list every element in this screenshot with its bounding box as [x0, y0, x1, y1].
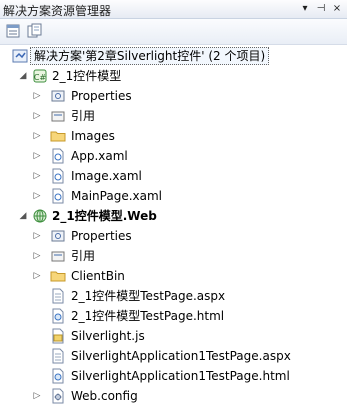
expand-icon[interactable]: ▷: [32, 86, 42, 106]
aspx-file-icon: [50, 288, 66, 304]
tree-item-label: MainPage.xaml: [71, 189, 162, 203]
properties-folder-icon: [50, 228, 66, 244]
tree-item-label: Silverlight.js: [71, 329, 145, 343]
project-1-label: 2_1控件模型: [52, 69, 122, 83]
xaml-file-icon: [50, 148, 66, 164]
references-icon: [50, 108, 66, 124]
tree-item-label: Properties: [71, 229, 132, 243]
js-file-icon: [50, 328, 66, 344]
folder-icon: [50, 268, 66, 284]
config-file-icon: [50, 388, 66, 404]
solution-tree[interactable]: 解决方案'第2章Silverlight控件' (2 个项目) ◢ C# 2_1控…: [0, 46, 347, 407]
tree-item-label: 引用: [71, 109, 96, 123]
dropdown-icon[interactable]: ▾: [298, 2, 312, 16]
tree-item-label: 2_1控件模型TestPage.aspx: [71, 289, 226, 303]
close-icon[interactable]: ×: [330, 2, 344, 16]
tree-item-label: ClientBin: [71, 269, 125, 283]
tree-item-label: Properties: [71, 89, 132, 103]
expand-icon[interactable]: ▷: [32, 226, 42, 246]
xaml-file-icon: [50, 188, 66, 204]
solution-icon: [12, 48, 28, 64]
toolbar: [0, 19, 347, 45]
references-icon: [50, 248, 66, 264]
expand-icon[interactable]: ▷: [32, 186, 42, 206]
svg-text:C#: C#: [34, 73, 47, 82]
expand-icon[interactable]: ▷: [32, 266, 42, 286]
tree-item-label: Images: [71, 129, 115, 143]
window-title: 解决方案资源管理器: [3, 4, 112, 18]
aspx-file-icon: [50, 348, 66, 364]
solution-label: 解决方案'第2章Silverlight控件' (2 个项目): [30, 47, 270, 65]
tree-item-label: SilverlightApplication1TestPage.html: [71, 369, 290, 383]
expand-icon[interactable]: ▷: [32, 146, 42, 166]
expand-icon[interactable]: ▷: [32, 166, 42, 186]
web-project-icon: [32, 208, 48, 224]
html-file-icon: [50, 368, 66, 384]
tree-item-label: 引用: [71, 249, 96, 263]
expand-icon[interactable]: ▷: [32, 126, 42, 146]
tree-item-label: SilverlightApplication1TestPage.aspx: [71, 349, 291, 363]
expand-icon[interactable]: ▷: [32, 246, 42, 266]
html-file-icon: [50, 308, 66, 324]
collapse-icon[interactable]: ◢: [18, 66, 28, 86]
window-titlebar: 解决方案资源管理器 ▾ ⊣ ×: [0, 0, 347, 19]
collapse-icon[interactable]: ◢: [18, 206, 28, 226]
show-all-files-icon[interactable]: [26, 23, 44, 40]
tree-item-label: App.xaml: [71, 149, 128, 163]
xaml-file-icon: [50, 168, 66, 184]
pin-icon[interactable]: ⊣: [314, 2, 328, 16]
properties-folder-icon: [50, 88, 66, 104]
csharp-project-icon: C#: [32, 68, 48, 84]
project-2-label: 2_1控件模型.Web: [52, 209, 157, 223]
folder-icon: [50, 128, 66, 144]
tree-item-label: Image.xaml: [71, 169, 142, 183]
expand-icon[interactable]: ▷: [32, 106, 42, 126]
properties-icon[interactable]: [5, 23, 23, 40]
expand-icon[interactable]: ▷: [32, 386, 42, 406]
tree-item-label: Web.config: [71, 389, 138, 403]
tree-item-label: 2_1控件模型TestPage.html: [71, 309, 225, 323]
